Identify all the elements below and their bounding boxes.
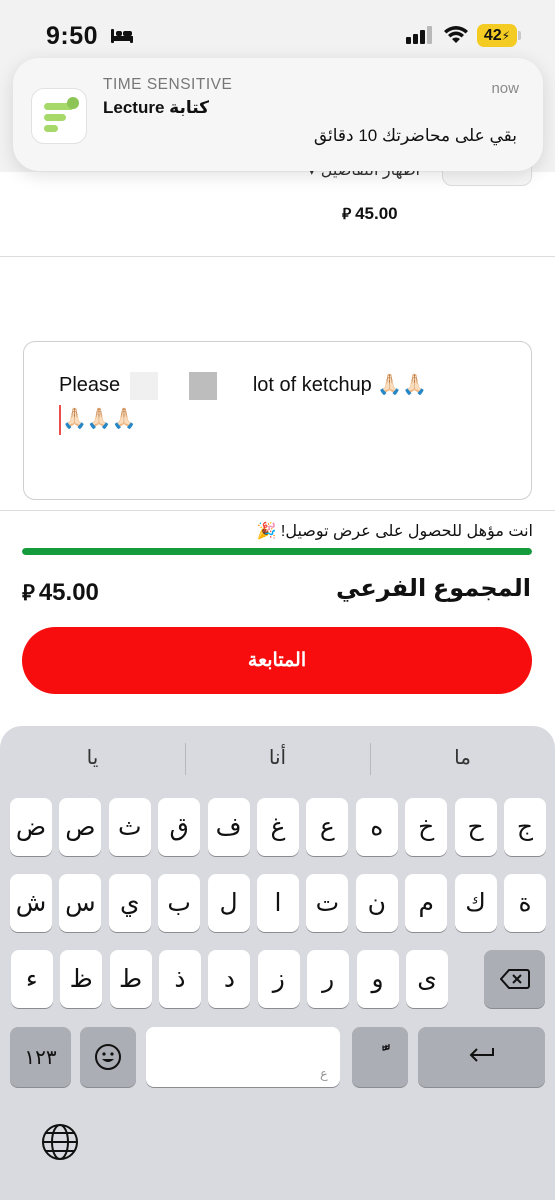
suggestion-divider — [185, 743, 186, 775]
key-row2-9[interactable]: س — [59, 874, 102, 932]
wifi-icon — [444, 26, 468, 43]
notes-text-line2: 🙏🏻🙏🏻🙏🏻 — [62, 408, 137, 430]
emoji-key[interactable] — [80, 1027, 136, 1087]
key-row1-6[interactable]: ف — [207, 798, 250, 856]
delivery-offer-message: انت مؤهل للحصول على عرض توصيل! 🎉 — [256, 523, 533, 540]
key-row2-6[interactable]: ل — [207, 874, 250, 932]
emoji-icon — [95, 1044, 121, 1070]
key-row1-4[interactable]: ع — [306, 798, 349, 856]
notification-banner[interactable]: TIME SENSITIVE Lecture كتابة now بقي على… — [13, 58, 543, 171]
arabic-keyboard: ما أنا يا جحخهعغفقثصضةكمنتالبيسشىورزدذطظ… — [0, 726, 555, 1200]
item-price: ⃁ 45.00 — [342, 204, 398, 224]
key-row3-0[interactable]: ى — [406, 950, 448, 1008]
key-row1-9[interactable]: ص — [59, 798, 102, 856]
key-row1-8[interactable]: ث — [108, 798, 151, 856]
key-row1-0[interactable]: ج — [504, 798, 546, 856]
order-notes-input[interactable]: Please lot of ketchup 🙏🏻🙏🏻 🙏🏻🙏🏻🙏🏻 — [23, 341, 532, 500]
divider — [0, 510, 555, 511]
battery-indicator: 42 ⚡ — [477, 24, 517, 47]
key-row3-6[interactable]: ط — [109, 950, 152, 1008]
key-row3-4[interactable]: د — [208, 950, 251, 1008]
notification-time: now — [491, 80, 519, 97]
notes-text-end: lot of ketchup 🙏🏻🙏🏻 — [252, 374, 428, 396]
numbers-key[interactable]: ١٢٣ — [10, 1027, 71, 1087]
riyal-currency-icon: ⃁ — [342, 206, 352, 223]
lecture-app-icon — [31, 88, 87, 144]
item-price-value: 45.00 — [355, 204, 398, 223]
key-row3-5[interactable]: ذ — [159, 950, 201, 1008]
key-row3-1[interactable]: و — [356, 950, 399, 1008]
notes-text-start: Please — [59, 374, 121, 396]
subtotal-label: المجموع الفرعي — [336, 575, 531, 602]
key-row3-8[interactable]: ء — [10, 950, 53, 1008]
key-row2-4[interactable]: ت — [306, 874, 349, 932]
delivery-progress-bar — [22, 548, 532, 555]
key-row1-3[interactable]: ه — [355, 798, 398, 856]
key-row1-2[interactable]: خ — [405, 798, 448, 856]
divider — [0, 256, 555, 257]
key-row2-3[interactable]: ن — [355, 874, 398, 932]
key-row1-10[interactable]: ض — [10, 798, 52, 856]
text-cursor — [59, 404, 61, 435]
charging-bolt-icon: ⚡ — [501, 28, 511, 43]
diacritics-key[interactable]: ًّ — [352, 1027, 408, 1087]
globe-icon[interactable] — [40, 1122, 80, 1162]
key-row2-1[interactable]: ك — [454, 874, 497, 932]
riyal-currency-icon: ⃁ — [22, 580, 35, 605]
continue-button[interactable]: المتابعة — [22, 627, 532, 694]
status-time: 9:50 — [46, 22, 99, 50]
key-row1-1[interactable]: ح — [454, 798, 497, 856]
status-bar: 9:50 42 ⚡ — [0, 0, 555, 62]
key-row2-5[interactable]: ا — [257, 874, 299, 932]
order-notes-text: Please lot of ketchup 🙏🏻🙏🏻 🙏🏻🙏🏻🙏🏻 — [59, 368, 509, 436]
key-row2-2[interactable]: م — [405, 874, 448, 932]
battery-cap — [518, 31, 521, 40]
key-row3-2[interactable]: ر — [307, 950, 350, 1008]
sleep-focus-icon — [111, 29, 133, 43]
suggestion-2[interactable]: أنا — [185, 726, 370, 788]
delete-key[interactable] — [484, 950, 545, 1008]
return-key[interactable] — [418, 1027, 545, 1087]
suggestion-1[interactable]: ما — [370, 726, 555, 788]
subtotal-value: 45.00 — [38, 579, 99, 606]
redacted-block — [129, 371, 158, 400]
key-row2-8[interactable]: ي — [108, 874, 151, 932]
key-row2-10[interactable]: ش — [10, 874, 52, 932]
suggestion-divider — [370, 743, 371, 775]
key-row2-7[interactable]: ب — [158, 874, 201, 932]
delete-icon — [499, 969, 530, 989]
key-row2-0[interactable]: ة — [504, 874, 546, 932]
suggestion-3[interactable]: يا — [0, 726, 185, 788]
space-key-hint: ع — [320, 1066, 328, 1081]
key-row1-7[interactable]: ق — [158, 798, 201, 856]
delivery-progress-fill — [22, 548, 532, 555]
return-icon — [469, 1048, 494, 1062]
battery-level: 42 — [483, 26, 502, 44]
subtotal-amount: ⃁ 45.00 — [22, 578, 99, 607]
redacted-block — [189, 371, 218, 400]
key-row1-5[interactable]: غ — [257, 798, 299, 856]
cellular-signal-icon — [406, 26, 432, 44]
notification-body: بقي على محاضرتك 10 دقائق — [313, 126, 517, 145]
key-row3-7[interactable]: ظ — [60, 950, 103, 1008]
notification-title: Lecture كتابة — [103, 98, 210, 117]
key-row3-3[interactable]: ز — [257, 950, 300, 1008]
space-key[interactable] — [146, 1027, 340, 1087]
notification-category: TIME SENSITIVE — [103, 76, 233, 93]
